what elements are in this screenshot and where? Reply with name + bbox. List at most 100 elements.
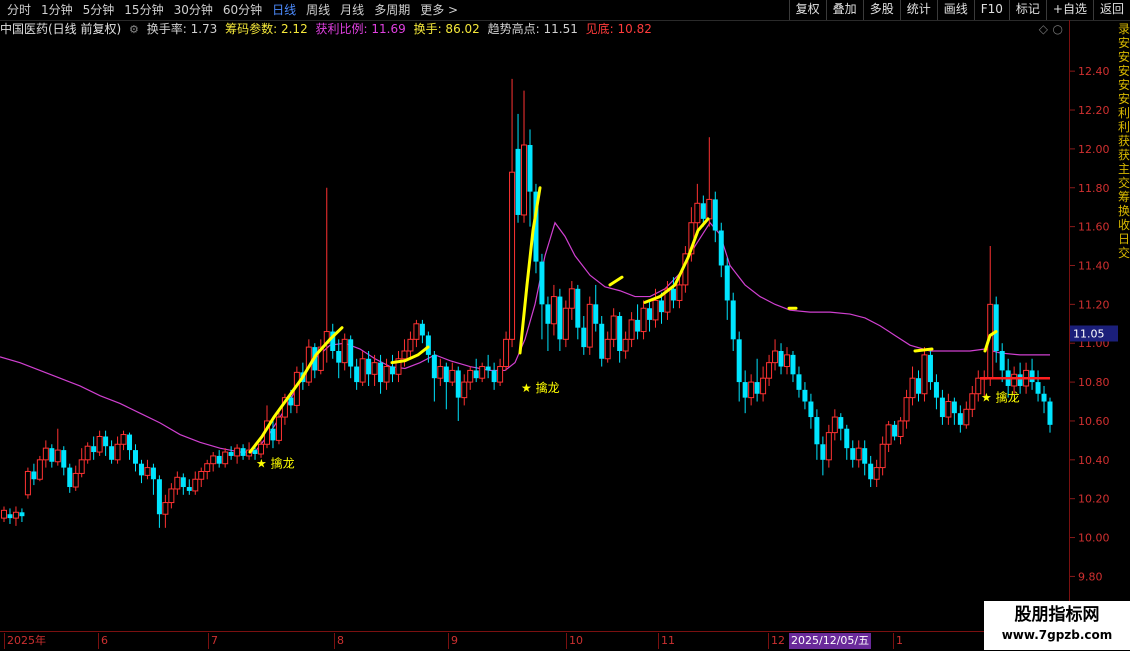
- candle-body: [7, 514, 13, 519]
- period-tab-8[interactable]: 月线: [335, 0, 369, 20]
- candle: [557, 288, 563, 351]
- candle-body: [198, 470, 205, 480]
- indicator-info-bar: 中国医药(日线 前复权) ⚙ 换手率: 1.73 筹码参数: 2.12 获利比例…: [0, 20, 1070, 38]
- candle-body: [557, 296, 563, 340]
- toolbar-button-7[interactable]: +自选: [1045, 0, 1093, 20]
- candle: [897, 417, 904, 445]
- candle-body: [855, 447, 862, 461]
- candle-body: [802, 389, 808, 402]
- candle-body: [838, 417, 844, 429]
- price-tick-label: 12.00: [1078, 143, 1110, 156]
- date-tick-label: 1: [893, 633, 903, 649]
- candle: [54, 428, 61, 466]
- candle-body: [138, 463, 144, 476]
- candle: [61, 446, 67, 476]
- profit-ratio-value: 获利比例: 11.69: [315, 22, 406, 36]
- candle-body: [825, 432, 832, 461]
- candle-body: [676, 284, 683, 301]
- watermark-url: www.7gpzb.com: [1001, 628, 1113, 642]
- period-tab-1[interactable]: 1分钟: [36, 0, 78, 20]
- candle-body: [222, 451, 229, 465]
- candle: [168, 483, 175, 509]
- candle-body: [742, 382, 748, 398]
- candle-body: [916, 378, 922, 394]
- candle-body: [67, 467, 73, 488]
- period-toolbar: 分时 1分钟 5分钟 15分钟 30分钟 60分钟 日线 周线 月线 多周期 更多 > 复权 叠加 多股…: [0, 0, 1130, 21]
- candle: [581, 316, 587, 355]
- period-tab-0[interactable]: 分时: [2, 0, 36, 20]
- price-tick-label: 12.20: [1078, 104, 1110, 117]
- price-tick-label: 11.20: [1078, 298, 1110, 311]
- toolbar-button-2[interactable]: 多股: [862, 0, 900, 20]
- candle: [604, 331, 611, 363]
- toolbar-button-6[interactable]: 标记: [1008, 0, 1046, 20]
- candle: [951, 397, 957, 425]
- candle: [96, 430, 103, 456]
- toolbar-button-4[interactable]: 画线: [936, 0, 974, 20]
- close-icon[interactable]: ○: [1053, 20, 1063, 38]
- candle: [19, 508, 25, 523]
- diamond-icon[interactable]: ◇: [1039, 20, 1048, 38]
- candle: [838, 413, 844, 441]
- candle-body: [19, 512, 25, 517]
- candle-body: [1017, 374, 1023, 386]
- date-cursor-label: 2025/12/05/五: [789, 633, 872, 649]
- candle: [162, 494, 169, 528]
- candle-body: [132, 450, 138, 464]
- candle: [72, 465, 79, 491]
- price-tick-label: 11.40: [1078, 259, 1110, 272]
- turnover-rate-value: 换手率: 1.73: [146, 22, 218, 36]
- candle: [820, 436, 826, 476]
- toolbar-button-1[interactable]: 叠加: [825, 0, 863, 20]
- candle: [712, 191, 718, 243]
- candle-body: [879, 443, 886, 469]
- bottom-signal-value: 见底: 10.82: [585, 22, 652, 36]
- settings-icon[interactable]: ⚙: [129, 23, 139, 36]
- period-tab-10[interactable]: 更多 >: [415, 0, 463, 20]
- candle-body: [515, 148, 521, 215]
- toolbar-button-3[interactable]: 统计: [899, 0, 937, 20]
- period-tab-2[interactable]: 5分钟: [78, 0, 120, 20]
- period-tab-4[interactable]: 30分钟: [169, 0, 218, 20]
- candle: [778, 343, 784, 375]
- period-tab-7[interactable]: 周线: [301, 0, 335, 20]
- candle: [784, 347, 791, 375]
- candle-body: [109, 446, 115, 460]
- candle: [1047, 397, 1053, 433]
- candle-body: [425, 335, 431, 355]
- candle-body: [903, 397, 910, 422]
- candle-body: [610, 315, 617, 340]
- candle: [12, 506, 19, 526]
- candle: [527, 129, 533, 227]
- candle-body: [1011, 373, 1018, 387]
- candle: [330, 323, 336, 359]
- watermark-title: 股朋指标网: [1014, 605, 1100, 625]
- ma-line: [0, 221, 1050, 453]
- toolbar-button-5[interactable]: F10: [973, 0, 1009, 20]
- candle: [814, 409, 820, 460]
- qinlong-marker: ★ 擒龙: [256, 456, 295, 471]
- period-tab-6[interactable]: 日线: [267, 0, 301, 20]
- candle: [228, 446, 234, 460]
- current-price-label: 11.05: [1073, 328, 1105, 341]
- candle-body: [461, 381, 468, 399]
- candle: [473, 358, 479, 383]
- candle: [503, 331, 510, 371]
- candle-body: [599, 323, 605, 359]
- candle-body: [604, 338, 611, 360]
- period-tab-9[interactable]: 多周期: [369, 0, 415, 20]
- candle-body: [933, 382, 939, 398]
- candle-body: [24, 470, 31, 496]
- candle: [449, 362, 456, 386]
- kline-chart[interactable]: ★ 擒龙 ★ 擒龙 ★ 擒龙 12.40 12.20 12.00 11.80 11.60 11…: [0, 38, 1130, 631]
- candle: [359, 350, 366, 386]
- candle-body: [969, 393, 976, 410]
- toolbar-button-0[interactable]: 复权: [788, 0, 826, 20]
- period-tab-5[interactable]: 60分钟: [218, 0, 267, 20]
- candle: [491, 362, 497, 390]
- period-tab-3[interactable]: 15分钟: [119, 0, 168, 20]
- candle: [49, 444, 55, 468]
- candle-body: [760, 377, 767, 395]
- toolbar-button-8[interactable]: 返回: [1092, 0, 1130, 20]
- candle-body: [831, 416, 838, 434]
